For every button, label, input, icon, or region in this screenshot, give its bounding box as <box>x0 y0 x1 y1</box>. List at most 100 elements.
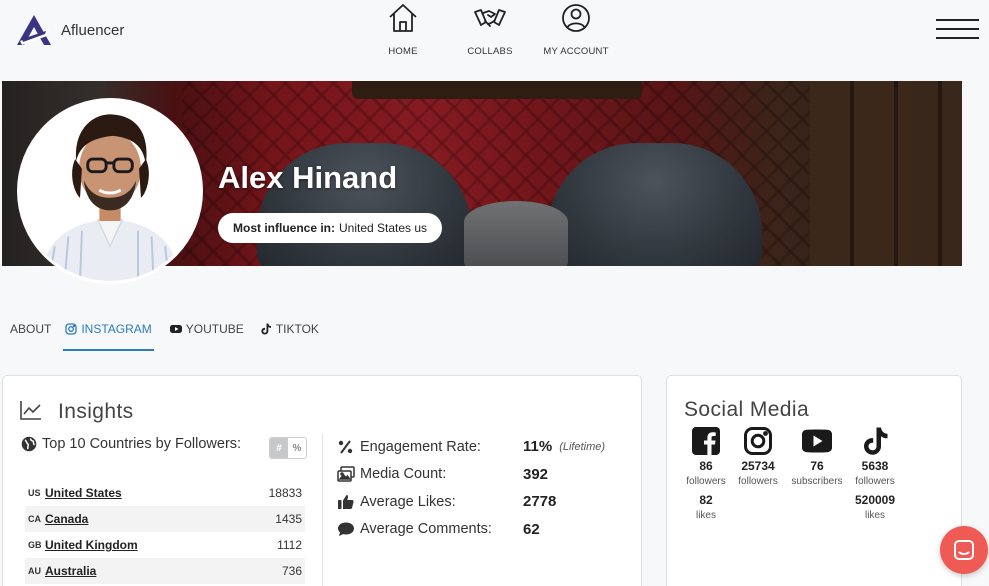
nav-home[interactable]: HOME <box>358 0 448 57</box>
social-instagram[interactable]: 25734 followers <box>734 426 782 521</box>
metric-value: 11% <box>523 438 553 456</box>
metric-label: Media Count: <box>360 466 447 483</box>
instagram-icon <box>744 427 772 455</box>
percent-icon <box>338 440 353 454</box>
tab-about[interactable]: ABOUT <box>10 322 51 351</box>
tab-youtube-label: YOUTUBE <box>185 322 244 336</box>
country-row: GB United Kingdom 1112 <box>25 532 305 558</box>
country-list: US United States 18833 CA Canada 1435 GB… <box>25 480 305 584</box>
tab-about-label: ABOUT <box>10 322 52 336</box>
insights-title: Insights <box>58 400 134 423</box>
tab-youtube[interactable]: YOUTUBE <box>169 322 244 351</box>
metrics-list: Engagement Rate: 11% (Lifetime) Media Co… <box>337 433 605 543</box>
tab-tiktok-label: TIKTOK <box>275 322 319 336</box>
account-icon <box>562 4 590 32</box>
comment-icon <box>338 522 354 537</box>
profile-name: Alex Hinand <box>218 160 398 195</box>
country-code: CA <box>28 514 41 524</box>
country-row: AU Australia 736 <box>25 558 305 584</box>
toggle-count[interactable]: # <box>270 438 288 458</box>
images-icon <box>337 466 355 482</box>
tab-instagram-label: INSTAGRAM <box>81 322 152 336</box>
insights-card: Insights Top 10 Countries by Followers: … <box>2 375 642 586</box>
tiktok-followers-count: 5638 <box>861 459 889 473</box>
social-facebook[interactable]: 86 followers 82 likes <box>682 426 730 521</box>
tiktok-icon <box>261 323 271 335</box>
nav-my-account-label: MY ACCOUNT <box>543 46 609 57</box>
influence-value: United States us <box>339 221 428 235</box>
facebook-likes-unit: likes <box>695 510 716 521</box>
country-link[interactable]: United Kingdom <box>45 538 277 552</box>
countries-title: Top 10 Countries by Followers: <box>42 436 242 452</box>
country-code: GB <box>28 540 42 550</box>
metric-media-count: Media Count: 392 <box>337 461 605 489</box>
nav-collabs[interactable]: COLLABS <box>445 0 535 57</box>
countries-heading: Top 10 Countries by Followers: <box>21 436 241 452</box>
youtube-icon <box>169 325 182 333</box>
metric-label: Engagement Rate: <box>360 438 481 455</box>
instagram-followers-unit: followers <box>738 476 778 487</box>
divider <box>322 434 323 586</box>
metric-value: 392 <box>523 465 549 483</box>
thumbs-up-icon <box>338 494 354 509</box>
header: Afluencer HOME COLLABS MY ACCOUNT <box>0 0 989 80</box>
metric-engagement-rate: Engagement Rate: 11% (Lifetime) <box>337 433 605 461</box>
nav-my-account[interactable]: MY ACCOUNT <box>531 0 621 57</box>
tiktok-likes-count: 520009 <box>854 493 896 507</box>
tiktok-followers-unit: followers <box>855 476 895 487</box>
nav-collabs-label: COLLABS <box>467 46 513 57</box>
line-chart-icon <box>20 401 41 420</box>
metric-label: Average Likes: <box>360 493 456 510</box>
metric-value: 62 <box>523 520 540 538</box>
hamburger-icon[interactable] <box>936 19 979 41</box>
influence-badge: Most influence in: United States us <box>218 213 443 243</box>
country-row: CA Canada 1435 <box>25 506 305 532</box>
instagram-icon <box>65 323 77 335</box>
afluencer-logo-icon <box>17 15 51 45</box>
tab-tiktok[interactable]: TIKTOK <box>260 322 319 351</box>
country-link[interactable]: United States <box>45 486 269 500</box>
chat-button[interactable] <box>940 526 988 574</box>
country-link[interactable]: Canada <box>45 512 275 526</box>
youtube-icon <box>802 429 832 453</box>
count-percent-toggle[interactable]: # % <box>269 437 307 459</box>
youtube-subscribers-count: 76 <box>810 459 824 473</box>
metric-label: Average Comments: <box>360 521 492 538</box>
chat-icon <box>954 540 974 560</box>
facebook-icon <box>692 427 720 455</box>
influence-label: Most influence in: <box>233 221 335 235</box>
facebook-followers-count: 86 <box>699 459 713 473</box>
country-count: 1112 <box>277 538 302 552</box>
country-row: US United States 18833 <box>25 480 305 506</box>
facebook-likes-count: 82 <box>699 493 713 507</box>
metric-average-comments: Average Comments: 62 <box>337 516 605 544</box>
brand-name: Afluencer <box>61 21 125 39</box>
country-count: 18833 <box>268 486 302 500</box>
country-count: 1435 <box>275 512 302 526</box>
handshake-icon <box>474 9 506 27</box>
youtube-subscribers-unit: subscribers <box>791 476 843 487</box>
globe-icon <box>21 436 37 452</box>
country-link[interactable]: Australia <box>45 564 282 578</box>
toggle-percent[interactable]: % <box>288 438 306 458</box>
brand-logo[interactable]: Afluencer <box>16 14 124 46</box>
platform-tabs: ABOUT INSTAGRAM YOUTUBE TIKTOK <box>10 322 335 352</box>
home-icon <box>389 4 417 32</box>
facebook-followers-unit: followers <box>686 476 726 487</box>
social-youtube[interactable]: 76 subscribers <box>786 426 848 521</box>
social-tiktok[interactable]: 5638 followers 520009 likes <box>848 426 902 521</box>
tiktok-icon <box>864 427 888 455</box>
tiktok-likes-unit: likes <box>864 510 885 521</box>
metric-average-likes: Average Likes: 2778 <box>337 488 605 516</box>
social-media-card: Social Media 86 followers 82 likes 25734… <box>666 375 962 586</box>
nav-home-label: HOME <box>388 46 418 57</box>
country-code: AU <box>28 566 41 576</box>
social-platforms: 86 followers 82 likes 25734 followers 76… <box>682 426 902 521</box>
profile-avatar <box>17 98 203 284</box>
metric-value: 2778 <box>523 493 557 511</box>
instagram-followers-count: 25734 <box>741 459 775 473</box>
social-media-title: Social Media <box>684 398 810 421</box>
tab-instagram[interactable]: INSTAGRAM <box>63 322 154 351</box>
country-code: US <box>28 488 41 498</box>
country-count: 736 <box>281 564 302 578</box>
